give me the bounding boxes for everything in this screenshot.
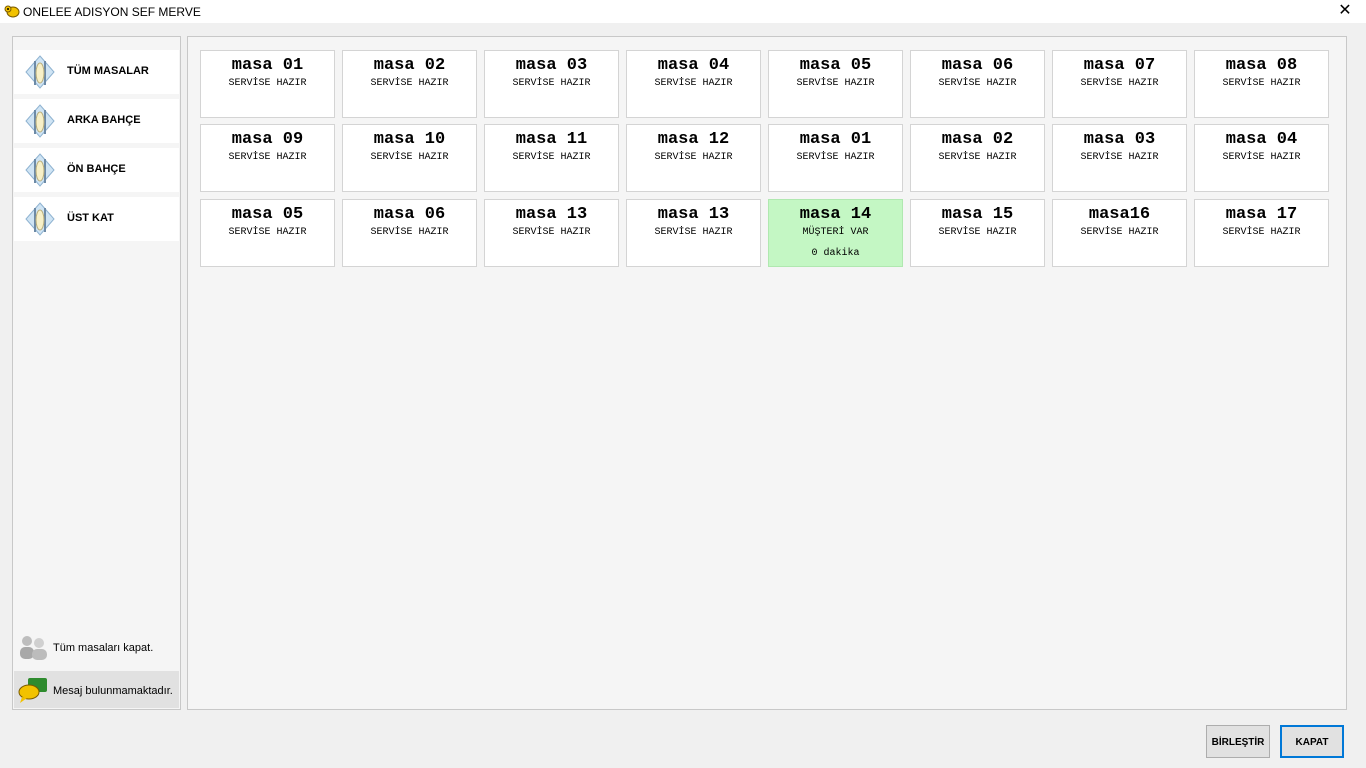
table-name: masa 04	[657, 56, 730, 75]
table-grid: masa 01 SERVİSE HAZIR masa 02 SERVİSE HAZIR…	[187, 36, 1347, 710]
table-status: SERVİSE HAZIR	[228, 227, 307, 238]
table-card[interactable]: masa 03 SERVİSE HAZIR	[484, 50, 619, 118]
table-name: masa 01	[231, 56, 304, 75]
sidebar-item-label: ÜST KAT	[67, 212, 114, 224]
table-status: SERVİSE HAZIR	[1222, 78, 1301, 89]
table-card[interactable]: masa 05 SERVİSE HAZIR	[768, 50, 903, 118]
table-name: masa 03	[515, 56, 588, 75]
table-card[interactable]: masa 13 SERVİSE HAZIR	[484, 199, 619, 267]
table-card[interactable]: masa 15 SERVİSE HAZIR	[910, 199, 1045, 267]
table-status: SERVİSE HAZIR	[654, 227, 733, 238]
table-status: SERVİSE HAZIR	[654, 78, 733, 89]
table-status: SERVİSE HAZIR	[938, 152, 1017, 163]
table-status: SERVİSE HAZIR	[512, 78, 591, 89]
table-status: SERVİSE HAZIR	[512, 227, 591, 238]
table-name: masa 02	[941, 130, 1014, 149]
table-name: masa 05	[231, 205, 304, 224]
table-status: SERVİSE HAZIR	[1080, 152, 1159, 163]
table-card[interactable]: masa 04 SERVİSE HAZIR	[626, 50, 761, 118]
table-name: masa 15	[941, 205, 1014, 224]
close-all-tables-label: Tüm masaları kapat.	[53, 642, 154, 654]
table-name: masa 09	[231, 130, 304, 149]
table-card[interactable]: masa 13 SERVİSE HAZIR	[626, 199, 761, 267]
table-card[interactable]: masa 10 SERVİSE HAZIR	[342, 124, 477, 192]
table-name: masa 10	[373, 130, 446, 149]
table-name: masa 01	[799, 130, 872, 149]
table-name: masa 13	[515, 205, 588, 224]
app-logo-icon	[4, 5, 20, 18]
table-elapsed-time: 0 dakika	[811, 248, 860, 259]
table-status: SERVİSE HAZIR	[796, 152, 875, 163]
table-status: SERVİSE HAZIR	[938, 227, 1017, 238]
table-name: masa 06	[373, 205, 446, 224]
table-name: masa 12	[657, 130, 730, 149]
message-icon	[18, 678, 47, 703]
sidebar-item-label: ARKA BAHÇE	[67, 114, 141, 126]
table-card[interactable]: masa 14 MÜŞTERİ VAR 0 dakika	[768, 199, 903, 267]
table-card[interactable]: masa 06 SERVİSE HAZIR	[342, 199, 477, 267]
table-name: masa 05	[799, 56, 872, 75]
table-status: SERVİSE HAZIR	[512, 152, 591, 163]
table-name: masa 06	[941, 56, 1014, 75]
message-status: Mesaj bulunmamaktadır.	[14, 671, 179, 708]
close-all-tables-button[interactable]: Tüm masaları kapat.	[14, 633, 179, 665]
table-name: masa 08	[1225, 56, 1298, 75]
table-card[interactable]: masa 12 SERVİSE HAZIR	[626, 124, 761, 192]
table-name: masa 04	[1225, 130, 1298, 149]
sidebar-item-all-tables[interactable]: TÜM MASALAR	[14, 50, 179, 94]
table-status: SERVİSE HAZIR	[1080, 227, 1159, 238]
cutlery-icon	[25, 55, 55, 89]
table-status: SERVİSE HAZIR	[370, 78, 449, 89]
cutlery-icon	[25, 153, 55, 187]
table-status: SERVİSE HAZIR	[654, 152, 733, 163]
table-status: SERVİSE HAZIR	[938, 78, 1017, 89]
cutlery-icon	[25, 202, 55, 236]
table-name: masa16	[1088, 205, 1151, 224]
table-name: masa 03	[1083, 130, 1156, 149]
table-status: SERVİSE HAZIR	[370, 152, 449, 163]
table-status: SERVİSE HAZIR	[228, 152, 307, 163]
sidebar-item-back-garden[interactable]: ARKA BAHÇE	[14, 99, 179, 143]
sidebar-item-label: TÜM MASALAR	[67, 65, 149, 77]
cutlery-icon	[25, 104, 55, 138]
table-status: SERVİSE HAZIR	[1222, 227, 1301, 238]
sidebar-item-front-garden[interactable]: ÖN BAHÇE	[14, 148, 179, 192]
sidebar: TÜM MASALAR ARKA BAHÇE ÖN BAHÇE ÜST KAT …	[12, 36, 181, 710]
table-card[interactable]: masa 07 SERVİSE HAZIR	[1052, 50, 1187, 118]
close-button[interactable]: KAPAT	[1280, 725, 1344, 758]
table-status: SERVİSE HAZIR	[1080, 78, 1159, 89]
table-name: masa 13	[657, 205, 730, 224]
message-label: Mesaj bulunmamaktadır.	[53, 685, 173, 697]
table-status: SERVİSE HAZIR	[796, 78, 875, 89]
table-card[interactable]: masa 03 SERVİSE HAZIR	[1052, 124, 1187, 192]
table-card[interactable]: masa 06 SERVİSE HAZIR	[910, 50, 1045, 118]
sidebar-item-label: ÖN BAHÇE	[67, 163, 126, 175]
window-title: ONELEE ADISYON SEF MERVE	[23, 5, 201, 19]
table-card[interactable]: masa16 SERVİSE HAZIR	[1052, 199, 1187, 267]
table-name: masa 02	[373, 56, 446, 75]
table-status: SERVİSE HAZIR	[370, 227, 449, 238]
table-card[interactable]: masa 04 SERVİSE HAZIR	[1194, 124, 1329, 192]
close-window-button[interactable]: ✕	[1334, 1, 1356, 21]
table-card[interactable]: masa 09 SERVİSE HAZIR	[200, 124, 335, 192]
table-card[interactable]: masa 02 SERVİSE HAZIR	[910, 124, 1045, 192]
table-card[interactable]: masa 11 SERVİSE HAZIR	[484, 124, 619, 192]
table-card[interactable]: masa 01 SERVİSE HAZIR	[768, 124, 903, 192]
table-card[interactable]: masa 02 SERVİSE HAZIR	[342, 50, 477, 118]
table-card[interactable]: masa 17 SERVİSE HAZIR	[1194, 199, 1329, 267]
title-bar: ONELEE ADISYON SEF MERVE ✕	[0, 0, 1366, 23]
table-card[interactable]: masa 05 SERVİSE HAZIR	[200, 199, 335, 267]
table-name: masa 07	[1083, 56, 1156, 75]
table-card[interactable]: masa 08 SERVİSE HAZIR	[1194, 50, 1329, 118]
table-status: MÜŞTERİ VAR	[802, 227, 869, 238]
people-icon	[20, 636, 47, 660]
table-status: SERVİSE HAZIR	[228, 78, 307, 89]
sidebar-item-upper-floor[interactable]: ÜST KAT	[14, 197, 179, 241]
table-name: masa 11	[515, 130, 588, 149]
table-name: masa 17	[1225, 205, 1298, 224]
table-card[interactable]: masa 01 SERVİSE HAZIR	[200, 50, 335, 118]
table-name: masa 14	[799, 205, 872, 224]
table-status: SERVİSE HAZIR	[1222, 152, 1301, 163]
merge-button[interactable]: BİRLEŞTİR	[1206, 725, 1270, 758]
